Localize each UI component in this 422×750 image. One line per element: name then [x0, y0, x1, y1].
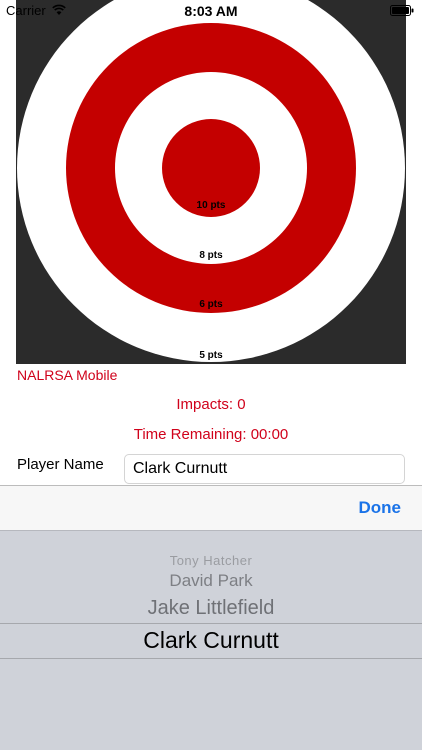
ring-label-6: 6 pts — [199, 299, 223, 310]
player-name-field[interactable] — [124, 454, 405, 484]
ring-label-8: 8 pts — [199, 250, 223, 261]
picker-option[interactable]: David Park — [0, 571, 422, 591]
picker-option[interactable]: Jake Littlefield — [0, 597, 422, 620]
picker-option-selected[interactable]: Clark Curnutt — [0, 627, 422, 654]
ring-label-5: 5 pts — [199, 350, 223, 361]
ring-label-10: 10 pts — [197, 200, 226, 211]
target-rings: 10 pts 8 pts 6 pts 5 pts — [17, 0, 405, 362]
battery-icon — [390, 5, 414, 16]
time-remaining: Time Remaining: 00:00 — [133, 426, 289, 443]
impacts-counter: Impacts: 0 — [176, 396, 246, 413]
player-picker[interactable]: Tony Hatcher David Park Jake Littlefield… — [0, 530, 422, 750]
status-bar: Carrier 8:03 AM — [0, 0, 422, 22]
target-panel[interactable]: 10 pts 8 pts 6 pts 5 pts — [16, 0, 406, 364]
app-name: NALRSA Mobile — [17, 367, 118, 383]
done-button[interactable]: Done — [359, 498, 402, 518]
status-time: 8:03 AM — [184, 3, 238, 19]
player-name-label: Player Name — [17, 456, 104, 473]
picker-toolbar: Done — [0, 485, 422, 530]
picker-option[interactable]: Tony Hatcher — [0, 553, 422, 568]
